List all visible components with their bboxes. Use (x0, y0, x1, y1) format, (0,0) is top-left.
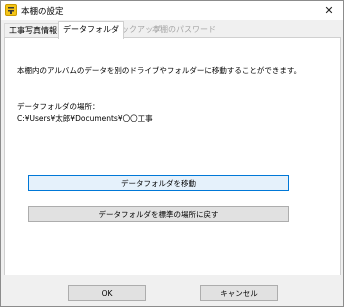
tab-bar: 工事写真情報 データフォルダ バックアップ 本棚のパスワード (1, 20, 343, 39)
shelf-app-icon (5, 4, 17, 16)
title-bar: 本棚の設定 ✕ (1, 1, 343, 20)
move-folder-button[interactable]: データフォルダを移動 (28, 175, 289, 191)
tab-photo-info[interactable]: 工事写真情報 (4, 23, 62, 38)
window-title: 本棚の設定 (21, 7, 64, 17)
location-path: C:¥Users¥太郎¥Documents¥〇〇工事 (17, 114, 153, 123)
tab-data-folder[interactable]: データフォルダ (58, 21, 124, 39)
dialog-footer: OK キャンセル (1, 275, 343, 306)
panel-description: 本棚内のアルバムのデータを別のドライブやフォルダーに移動することができます。 (17, 66, 302, 75)
cancel-button[interactable]: キャンセル (200, 285, 278, 301)
close-icon[interactable]: ✕ (315, 1, 343, 20)
reset-folder-button[interactable]: データフォルダを標準の場所に戻す (28, 206, 289, 222)
data-folder-panel: 本棚内のアルバムのデータを別のドライブやフォルダーに移動することができます。 デ… (4, 37, 341, 277)
ok-button[interactable]: OK (68, 285, 146, 301)
location-label: データフォルダの場所： (17, 102, 100, 111)
settings-dialog: 本棚の設定 ✕ 工事写真情報 データフォルダ バックアップ 本棚のパスワード 本… (0, 0, 344, 307)
tab-shelf-password: 本棚のパスワード (152, 25, 216, 34)
